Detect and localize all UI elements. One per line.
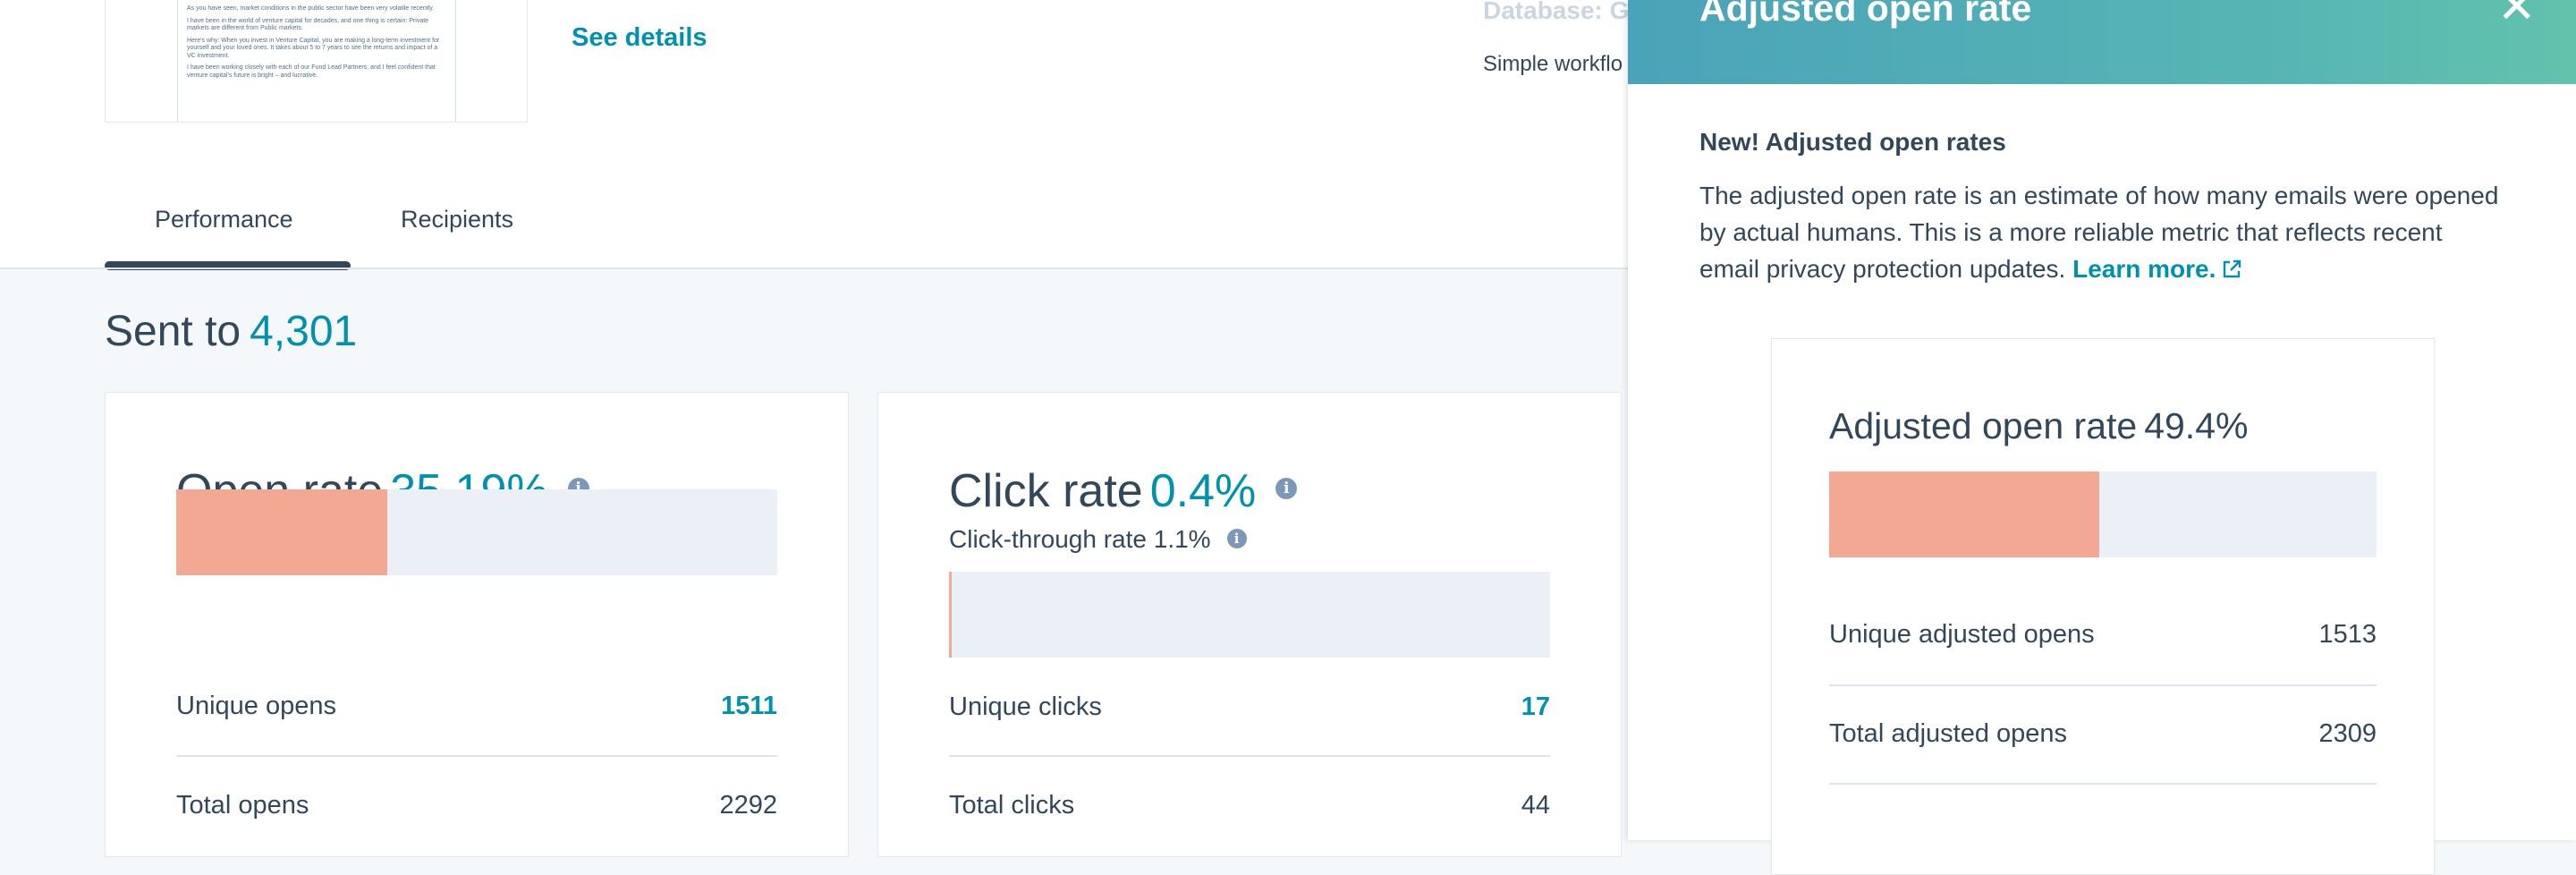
unique-opens-label: Unique opens — [176, 692, 336, 720]
email-preview-page: As you have seen, market conditions in t… — [177, 0, 456, 122]
sent-to-label: Sent to — [105, 308, 242, 355]
see-details-link[interactable]: See details — [572, 23, 708, 53]
click-rate-label: Click rate — [949, 465, 1143, 517]
total-adjusted-opens-value: 2309 — [2318, 719, 2377, 748]
adjusted-open-rate-label: Adjusted open rate — [1829, 405, 2138, 446]
adjusted-open-rate-card: Adjusted open rate 49.4% Unique adjusted … — [1771, 338, 2435, 875]
unique-adjusted-opens-label: Unique adjusted opens — [1829, 620, 2095, 649]
total-clicks-value: 44 — [1521, 791, 1550, 820]
total-opens-label: Total opens — [176, 791, 309, 820]
click-rate-title: Click rate 0.4% i — [949, 464, 1298, 518]
learn-more-link[interactable]: Learn more. — [2072, 255, 2216, 283]
total-clicks-label: Total clicks — [949, 791, 1075, 820]
tab-bar-divider — [0, 268, 1628, 269]
adjusted-open-rate-bar-fill — [1829, 471, 2100, 557]
email-preview-thumbnail[interactable]: As you have seen, market conditions in t… — [105, 0, 528, 123]
click-rate-value: 0.4% — [1149, 465, 1257, 517]
click-rate-bar-fill — [949, 572, 953, 658]
info-icon[interactable]: i — [1226, 528, 1247, 548]
email-preview-paragraph: I have been in the world of venture capi… — [187, 17, 429, 32]
unique-clicks-label: Unique clicks — [949, 692, 1102, 721]
close-icon[interactable]: ✕ — [2497, 0, 2537, 30]
external-link-icon[interactable] — [2221, 259, 2242, 280]
database-label: Database: G — [1483, 0, 1630, 24]
total-adjusted-opens-label: Total adjusted opens — [1829, 719, 2068, 748]
row-divider — [176, 755, 777, 757]
row-divider — [1829, 684, 2377, 686]
tab-performance[interactable]: Performance — [155, 206, 293, 234]
unique-adjusted-opens-row: Unique adjusted opens 1513 — [1829, 620, 2377, 670]
panel-description: The adjusted open rate is an estimate of… — [1699, 177, 2504, 287]
adjusted-open-rate-value: 49.4% — [2144, 405, 2249, 446]
info-icon[interactable]: i — [1275, 478, 1298, 500]
adjusted-open-rate-bar — [1829, 471, 2377, 557]
sent-to-summary: Sent to 4,301 — [105, 307, 357, 356]
adjusted-open-rate-title: Adjusted open rate 49.4% — [1829, 405, 2248, 447]
adjusted-open-rate-panel: Adjusted open rate ✕ New! Adjusted open … — [1628, 0, 2576, 875]
panel-subtitle: New! Adjusted open rates — [1699, 128, 2006, 156]
click-through-rate-label: Click-through rate 1.1% — [949, 525, 1211, 553]
click-through-rate: Click-through rate 1.1% i — [949, 525, 1247, 554]
total-clicks-row: Total clicks 44 — [949, 791, 1550, 841]
panel-header: Adjusted open rate ✕ — [1628, 0, 2576, 84]
unique-clicks-row: Unique clicks 17 — [949, 692, 1550, 743]
unique-opens-value[interactable]: 1511 — [721, 692, 777, 721]
unique-adjusted-opens-value: 1513 — [2318, 620, 2377, 649]
open-rate-bar-fill — [176, 489, 388, 575]
sent-to-count[interactable]: 4,301 — [250, 308, 357, 355]
email-preview-paragraph: As you have seen, market conditions in t… — [187, 5, 435, 12]
row-divider — [949, 755, 1550, 757]
tab-recipients[interactable]: Recipients — [401, 206, 513, 234]
total-opens-value: 2292 — [719, 791, 777, 820]
email-preview-paragraph: Here's why: When you invest in Venture C… — [187, 37, 440, 59]
open-rate-card: Open rate35.19%i Unique opens 1511 Total… — [105, 392, 849, 857]
click-rate-card: Click rate 0.4% i Click-through rate 1.1% i… — [877, 392, 1622, 857]
email-preview-paragraph: I have been working closely with each of… — [187, 64, 436, 79]
click-rate-bar — [949, 572, 1550, 658]
total-opens-row: Total opens 2292 — [176, 791, 777, 841]
total-adjusted-opens-row: Total adjusted opens 2309 — [1829, 719, 2377, 769]
panel-title: Adjusted open rate — [1699, 0, 2032, 29]
unique-clicks-value[interactable]: 17 — [1521, 692, 1550, 722]
unique-opens-row: Unique opens 1511 — [176, 692, 777, 742]
open-rate-bar — [176, 489, 777, 575]
workflow-label[interactable]: Simple workflo — [1483, 52, 1623, 77]
row-divider — [1829, 783, 2377, 785]
